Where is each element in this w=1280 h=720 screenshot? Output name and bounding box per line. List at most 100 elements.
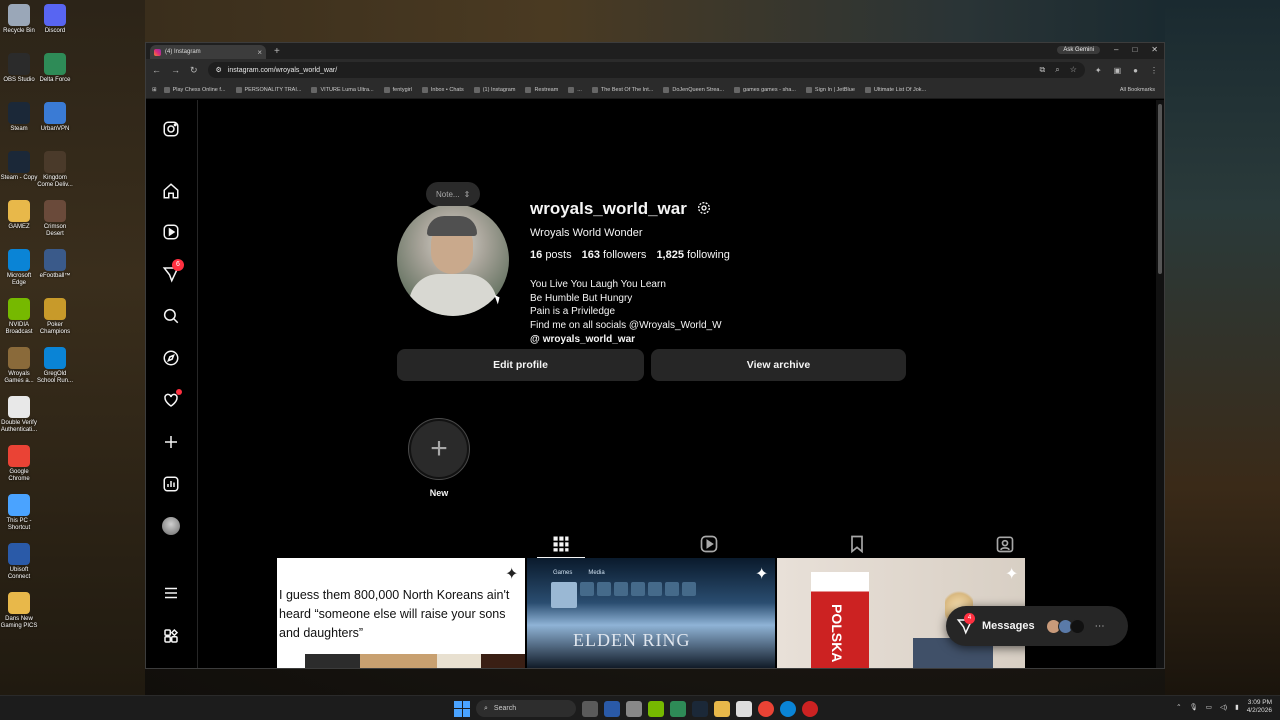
extensions-icon[interactable]: ✦ — [1095, 66, 1102, 75]
edge-icon[interactable] — [780, 700, 796, 717]
bookmark-item[interactable]: VITURE Luma Ultra... — [308, 86, 376, 93]
chrome-icon[interactable] — [758, 700, 774, 717]
desktop-icon[interactable]: Discord — [36, 4, 74, 35]
battery-icon[interactable]: ▮ — [1235, 703, 1239, 711]
tab-saved-icon[interactable] — [847, 534, 867, 554]
bookmark-item[interactable]: (1) Instagram — [471, 86, 519, 93]
profile-avatar-icon[interactable] — [162, 517, 180, 535]
edit-profile-button[interactable]: Edit profile — [397, 349, 644, 381]
settings-icon[interactable] — [626, 700, 642, 717]
desktop-icon[interactable]: OBS Studio — [0, 53, 38, 84]
note-bubble[interactable]: Note... ⇕ — [426, 182, 481, 206]
bookmark-item[interactable]: fentygirl — [381, 86, 415, 93]
bookmark-item[interactable]: DoJenQueen Strea... — [660, 86, 727, 93]
search-icon[interactable] — [162, 307, 180, 325]
desktop-icon[interactable]: Recycle Bin — [0, 4, 38, 35]
network-icon[interactable]: ▭ — [1206, 703, 1212, 711]
desktop-icon[interactable]: eFootball™ — [36, 249, 74, 280]
bookmark-item[interactable]: The Best Of The Int... — [589, 86, 656, 93]
bookmark-item[interactable]: Restream — [522, 86, 561, 93]
desktop-icon[interactable]: GAMEZ — [0, 200, 38, 231]
mic-icon[interactable]: 🎙 — [1190, 703, 1198, 711]
view-archive-button[interactable]: View archive — [651, 349, 906, 381]
desktop-icon[interactable]: Dans New Gaming PICS — [0, 592, 38, 630]
messenger-icon[interactable]: 6 — [162, 259, 184, 283]
reels-icon[interactable] — [162, 223, 180, 241]
followers-stat[interactable]: 163 followers — [582, 249, 647, 261]
also-from-meta-icon[interactable] — [162, 627, 180, 645]
taskbar-app-icon[interactable] — [604, 700, 620, 717]
tab-instagram[interactable]: (4) Instagram × — [150, 45, 266, 59]
desktop-icon[interactable]: Delta Force — [36, 53, 74, 84]
store-icon[interactable] — [736, 700, 752, 717]
create-plus-icon[interactable] — [162, 433, 180, 451]
forward-icon[interactable]: → — [171, 65, 180, 75]
desktop-icon[interactable]: Microsoft Edge — [0, 249, 38, 287]
post-tile[interactable]: I guess them 800,000 North Koreans ain't… — [277, 558, 525, 668]
desktop-icon[interactable]: Poker Champions — [36, 298, 74, 336]
explore-icon[interactable] — [162, 349, 180, 367]
desktop-icon[interactable]: Kingdom Come Deliv... — [36, 151, 74, 189]
desktop-icon[interactable]: Double Verify Authenticati... — [0, 396, 38, 434]
desktop-icon[interactable]: Steam - Copy — [0, 151, 38, 182]
page-scrollbar[interactable] — [1156, 100, 1164, 668]
bookmark-item[interactable]: Inbox • Chats — [419, 86, 467, 93]
steam-icon[interactable] — [692, 700, 708, 717]
apps-icon[interactable]: ⊞ — [152, 87, 157, 93]
threads-link[interactable]: @ wroyals_world_war — [530, 334, 635, 345]
address-bar[interactable]: ⚙ instagram.com/wroyals_world_war/ ⧉ ⌕ ☆ — [207, 62, 1085, 78]
tab-reels-icon[interactable] — [699, 534, 719, 554]
profile-picture[interactable] — [397, 204, 509, 316]
zoom-icon[interactable]: ⌕ — [1055, 65, 1059, 75]
new-tab-button[interactable]: + — [274, 46, 280, 57]
minimize-icon[interactable]: – — [1114, 45, 1118, 54]
desktop-icon[interactable]: NVIDIA Broadcast — [0, 298, 38, 336]
desktop-icon[interactable]: Steam — [0, 102, 38, 133]
tray-chevron-icon[interactable]: ⌃ — [1176, 703, 1181, 711]
clock[interactable]: 3:09 PM 4/2/2026 — [1247, 699, 1272, 715]
ask-gemini-button[interactable]: Ask Gemini — [1057, 45, 1100, 54]
new-highlight-button[interactable]: + — [408, 418, 470, 480]
bookmark-item[interactable]: Sign In | JetBlue — [803, 86, 858, 93]
bookmark-item[interactable]: Play Chess Online f... — [161, 86, 229, 93]
tab-posts-grid-icon[interactable] — [551, 534, 571, 554]
nvidia-icon[interactable] — [648, 700, 664, 717]
bookmark-item[interactable]: games games - sha... — [731, 86, 799, 93]
desktop-icon[interactable]: Wroyals Games a... — [0, 347, 38, 385]
all-bookmarks-button[interactable]: All Bookmarks — [1117, 87, 1158, 93]
taskbar-search[interactable]: ⌕ Search — [476, 700, 576, 717]
home-icon[interactable] — [162, 182, 180, 200]
bookmark-item[interactable]: ... — [565, 86, 585, 93]
install-icon[interactable]: ⧉ — [1040, 65, 1046, 75]
maximize-icon[interactable]: □ — [1132, 45, 1137, 54]
back-icon[interactable]: ← — [152, 65, 161, 75]
desktop-icon[interactable]: GregOld School Run... — [36, 347, 74, 385]
start-icon[interactable] — [454, 700, 470, 717]
tab-close-icon[interactable]: × — [257, 48, 262, 57]
desktop-icon[interactable]: UrbanVPN — [36, 102, 74, 133]
following-stat[interactable]: 1,825 following — [656, 249, 729, 261]
bookmark-star-icon[interactable]: ☆ — [1070, 65, 1077, 75]
post-tile[interactable]: Games Media ELDEN RING ✦ — [527, 558, 775, 668]
desktop-icon[interactable]: Crimson Desert — [36, 200, 74, 238]
desktop-icon[interactable]: Google Chrome — [0, 445, 38, 483]
app-icon[interactable] — [802, 700, 818, 717]
profile-icon[interactable]: ● — [1133, 66, 1138, 75]
file-explorer-icon[interactable] — [714, 700, 730, 717]
xbox-icon[interactable] — [670, 700, 686, 717]
insights-icon[interactable] — [162, 475, 180, 493]
more-menu-icon[interactable] — [162, 584, 180, 602]
menu-icon[interactable]: ⋮ — [1150, 66, 1158, 75]
task-view-icon[interactable] — [582, 700, 598, 717]
bookmark-item[interactable]: PERSONALITY TRAI... — [233, 86, 305, 93]
instagram-logo-icon[interactable] — [162, 120, 180, 138]
reload-icon[interactable]: ↻ — [190, 65, 198, 76]
bookmark-item[interactable]: Ultimate List Of Jok... — [862, 86, 929, 93]
tab-tagged-icon[interactable] — [995, 534, 1015, 554]
desktop-icon[interactable]: This PC - Shortcut — [0, 494, 38, 532]
sidepanel-icon[interactable]: ▣ — [1114, 66, 1122, 75]
settings-gear-icon[interactable] — [696, 200, 712, 216]
site-info-icon[interactable]: ⚙ — [216, 66, 222, 74]
notifications-heart-icon[interactable] — [162, 389, 182, 409]
messages-button[interactable]: 4 Messages ⋯ — [946, 606, 1128, 646]
